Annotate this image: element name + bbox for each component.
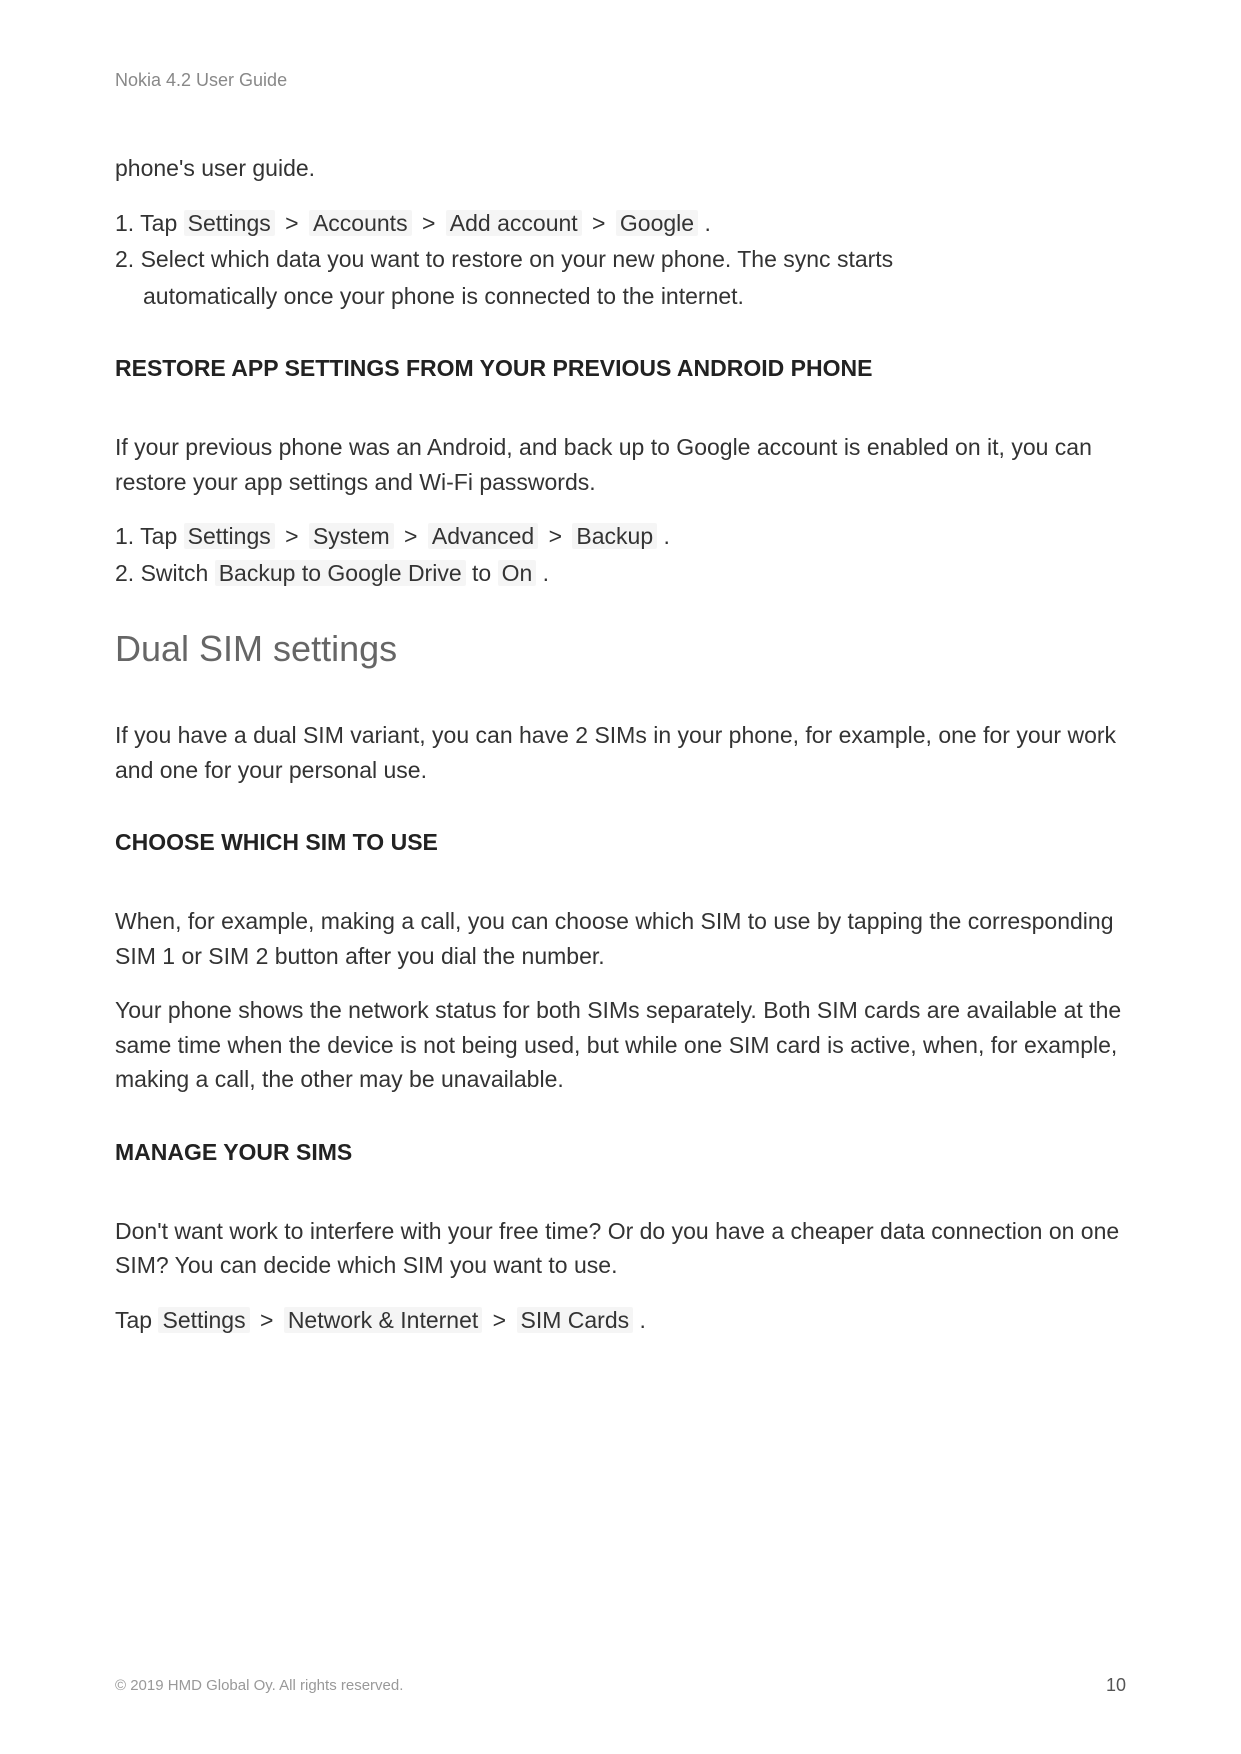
ui-label-backup-drive: Backup to Google Drive bbox=[215, 560, 466, 586]
list2-item2-to: to bbox=[466, 560, 498, 586]
para-tap-settings: Tap Settings > Network & Internet > SIM … bbox=[115, 1303, 1126, 1338]
list1-item1: 1. Tap Settings > Accounts > Add account… bbox=[115, 206, 1126, 241]
para-choose-sim-1: When, for example, making a call, you ca… bbox=[115, 904, 1126, 973]
separator: > bbox=[482, 1307, 516, 1333]
intro-text: phone's user guide. bbox=[115, 151, 1126, 186]
list1-item2-line2: automatically once your phone is connect… bbox=[115, 279, 1126, 314]
list2-item2: 2. Switch Backup to Google Drive to On . bbox=[115, 556, 1126, 591]
page-footer: © 2019 HMD Global Oy. All rights reserve… bbox=[115, 1675, 1126, 1696]
heading-choose-sim: CHOOSE WHICH SIM TO USE bbox=[115, 829, 1126, 856]
separator: > bbox=[275, 523, 309, 549]
para6-suffix: . bbox=[633, 1307, 646, 1333]
separator: > bbox=[394, 523, 428, 549]
para6-prefix: Tap bbox=[115, 1307, 158, 1333]
list1-item1-suffix: . bbox=[698, 210, 711, 236]
list2-item2-suffix: . bbox=[536, 560, 549, 586]
list2-item1: 1. Tap Settings > System > Advanced > Ba… bbox=[115, 519, 1126, 554]
ui-label-on: On bbox=[498, 560, 537, 586]
list2-item1-suffix: . bbox=[657, 523, 670, 549]
separator: > bbox=[538, 523, 572, 549]
separator: > bbox=[582, 210, 616, 236]
footer-page-number: 10 bbox=[1106, 1675, 1126, 1696]
separator: > bbox=[250, 1307, 284, 1333]
separator: > bbox=[412, 210, 446, 236]
list2-item1-prefix: 1. Tap bbox=[115, 523, 184, 549]
ui-label-sim-cards: SIM Cards bbox=[517, 1307, 634, 1333]
ui-label-google: Google bbox=[616, 210, 698, 236]
para-restore-app: If your previous phone was an Android, a… bbox=[115, 430, 1126, 499]
ui-label-network-internet: Network & Internet bbox=[284, 1307, 482, 1333]
ui-label-system: System bbox=[309, 523, 394, 549]
list1-item2-line1: 2. Select which data you want to restore… bbox=[115, 242, 1126, 277]
separator: > bbox=[275, 210, 309, 236]
ui-label-settings: Settings bbox=[184, 210, 275, 236]
heading-manage-sims: MANAGE YOUR SIMS bbox=[115, 1139, 1126, 1166]
ui-label-advanced: Advanced bbox=[428, 523, 538, 549]
footer-copyright: © 2019 HMD Global Oy. All rights reserve… bbox=[115, 1677, 403, 1694]
ui-label-add-account: Add account bbox=[446, 210, 582, 236]
para-dual-sim: If you have a dual SIM variant, you can … bbox=[115, 718, 1126, 787]
ui-label-accounts: Accounts bbox=[309, 210, 412, 236]
document-header: Nokia 4.2 User Guide bbox=[115, 70, 1126, 91]
heading-dual-sim: Dual SIM settings bbox=[115, 628, 1126, 670]
list1-item1-prefix: 1. Tap bbox=[115, 210, 184, 236]
ui-label-settings: Settings bbox=[184, 523, 275, 549]
para-choose-sim-2: Your phone shows the network status for … bbox=[115, 993, 1126, 1097]
list2-item2-prefix: 2. Switch bbox=[115, 560, 215, 586]
para-manage-sims: Don't want work to interfere with your f… bbox=[115, 1214, 1126, 1283]
heading-restore-app-settings: RESTORE APP SETTINGS FROM YOUR PREVIOUS … bbox=[115, 355, 1126, 382]
ui-label-settings: Settings bbox=[158, 1307, 249, 1333]
ui-label-backup: Backup bbox=[572, 523, 657, 549]
